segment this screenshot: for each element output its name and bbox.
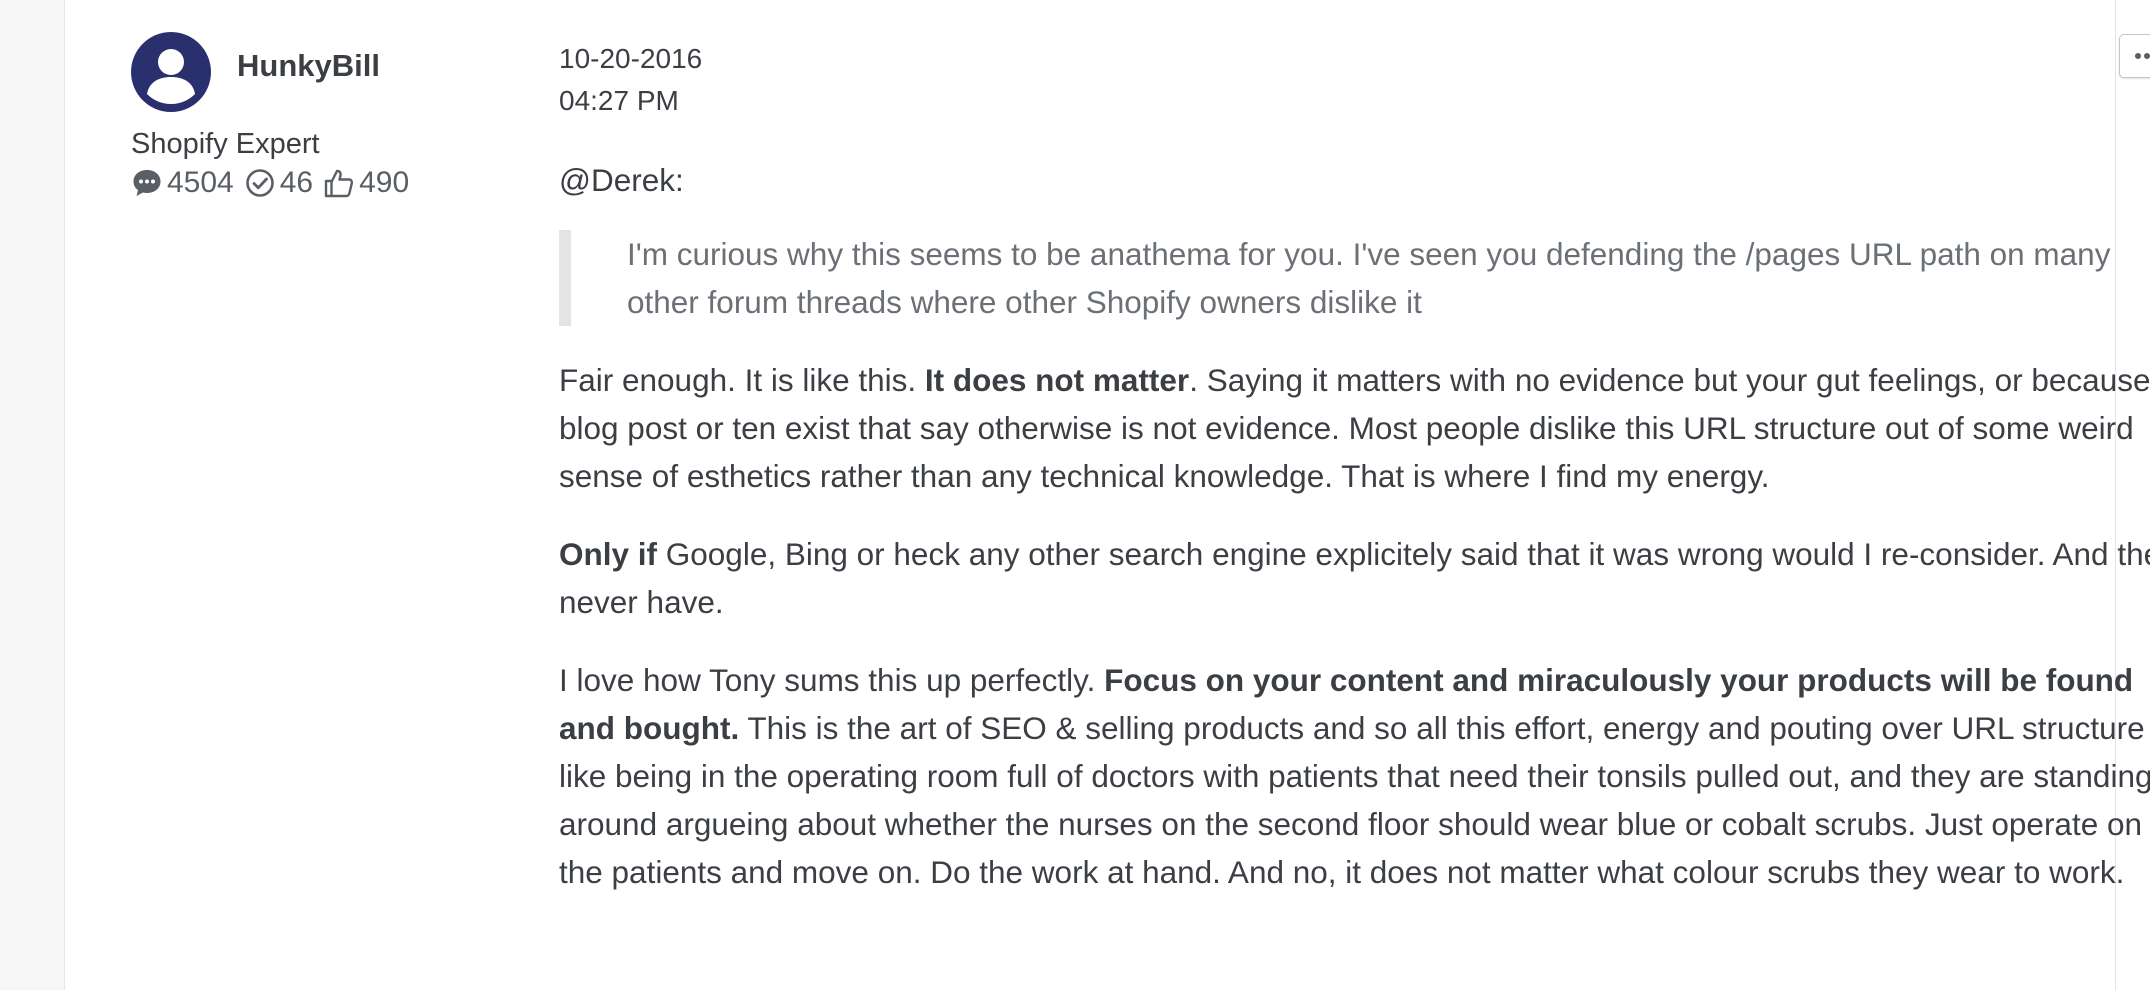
solution-count-value: 46 — [279, 166, 314, 199]
post-date: 10-20-2016 — [559, 43, 703, 74]
like-count: 490 — [323, 166, 409, 200]
post-count: 4504 — [131, 166, 234, 200]
post-body: @Derek: I'm curious why this seems to be… — [559, 156, 2150, 926]
check-circle-icon — [245, 169, 274, 197]
post-timestamp: 10-20-2016 04:27 PM — [559, 38, 702, 122]
paragraph-1: Fair enough. It is like this. It does no… — [559, 356, 2150, 500]
thumbs-up-icon — [324, 169, 354, 198]
speech-bubble-icon — [133, 170, 161, 196]
paragraph-3-text-a: I love how Tony sums this up perfectly. — [559, 662, 1105, 698]
mention-line: @Derek: — [559, 162, 684, 198]
user-avatar-icon[interactable] — [131, 32, 211, 112]
post-time: 04:27 PM — [559, 85, 679, 116]
author-name-link[interactable]: HunkyBill — [237, 48, 380, 84]
page-gutter — [0, 0, 64, 990]
post-options-button[interactable] — [2119, 34, 2150, 78]
paragraph-2: Only if Google, Bing or heck any other s… — [559, 530, 2150, 626]
paragraph-1-bold: It does not matter — [924, 362, 1190, 398]
paragraph-3: I love how Tony sums this up perfectly. … — [559, 656, 2150, 896]
quoted-text: I'm curious why this seems to be anathem… — [559, 230, 2150, 326]
more-horizontal-icon — [2135, 53, 2150, 59]
author-stats: 4504 46 490 — [131, 166, 419, 200]
paragraph-3-text-b: This is the art of SEO & selling product… — [559, 710, 2150, 890]
forum-post: HunkyBill Shopify Expert 4504 46 490 10-… — [64, 0, 2150, 990]
like-count-value: 490 — [359, 166, 410, 199]
post-count-value: 4504 — [167, 166, 234, 199]
paragraph-2-text: Google, Bing or heck any other search en… — [559, 536, 2150, 620]
paragraph-1-text-a: Fair enough. It is like this. — [559, 362, 925, 398]
solution-count: 46 — [244, 166, 313, 200]
author-rank: Shopify Expert — [131, 128, 320, 160]
paragraph-2-bold: Only if — [559, 536, 658, 572]
